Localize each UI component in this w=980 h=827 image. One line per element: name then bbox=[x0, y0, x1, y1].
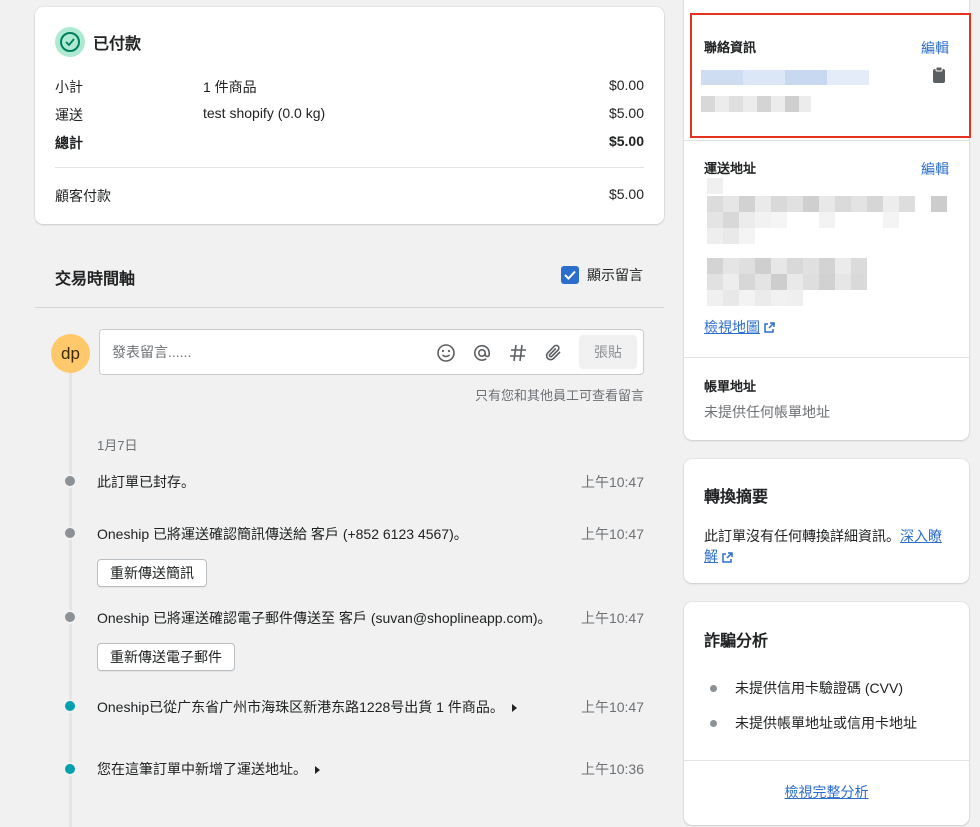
show-comments-toggle[interactable]: 顯示留言 bbox=[561, 265, 643, 285]
attachment-icon[interactable] bbox=[542, 341, 566, 365]
checkbox-checked-icon[interactable] bbox=[561, 266, 579, 284]
shipping-edit-link[interactable]: 編輯 bbox=[921, 159, 949, 179]
payment-header: 已付款 bbox=[55, 27, 141, 57]
fraud-analysis-card: 詐騙分析 未提供信用卡驗證碼 (CVV) 未提供帳單地址或信用卡地址 檢視完整分… bbox=[684, 602, 969, 825]
total-row: 總計 $5.00 bbox=[55, 133, 644, 151]
mention-icon[interactable] bbox=[470, 341, 494, 365]
billing-address-title: 帳單地址 bbox=[704, 379, 757, 394]
post-button[interactable]: 張貼 bbox=[579, 335, 637, 369]
conversion-title: 轉換摘要 bbox=[704, 489, 769, 506]
timeline-line bbox=[69, 360, 72, 827]
fraud-item-cvv: 未提供信用卡驗證碼 (CVV) bbox=[710, 678, 903, 698]
timeline-event-time: 上午10:47 bbox=[580, 610, 644, 626]
payment-divider bbox=[55, 167, 644, 168]
resend-sms-button[interactable]: 重新傳送簡訊 bbox=[97, 559, 207, 587]
comment-input[interactable] bbox=[112, 342, 412, 362]
avatar: dp bbox=[51, 334, 90, 373]
timeline-event-archived: 此訂單已封存。 bbox=[97, 474, 195, 490]
external-link-icon bbox=[722, 552, 733, 563]
fraud-item-address: 未提供帳單地址或信用卡地址 bbox=[710, 713, 917, 733]
expand-caret-icon[interactable] bbox=[511, 704, 517, 713]
timeline-event-time: 上午10:47 bbox=[580, 699, 644, 715]
timeline-dot bbox=[63, 762, 77, 776]
bullet-icon bbox=[710, 719, 717, 727]
view-full-analysis-link[interactable]: 檢視完整分析 bbox=[785, 784, 869, 800]
shipping-row: 運送 test shopify (0.0 kg) $5.00 bbox=[55, 105, 644, 123]
fraud-title: 詐騙分析 bbox=[704, 633, 769, 650]
timeline-divider bbox=[35, 307, 664, 308]
timeline-dot bbox=[63, 474, 77, 488]
resend-email-button[interactable]: 重新傳送電子郵件 bbox=[97, 643, 235, 671]
section-divider bbox=[684, 357, 969, 358]
timeline-dot bbox=[63, 699, 77, 713]
timeline-date: 1月7日 bbox=[97, 438, 138, 453]
timeline-event-time: 上午10:36 bbox=[580, 761, 644, 777]
timeline-event-sms: Oneship 已將運送確認簡訊傳送給 客戶 (+852 6123 4567)。 bbox=[97, 526, 468, 542]
subtotal-row: 小計 1 件商品 $0.00 bbox=[55, 77, 644, 95]
hashtag-icon[interactable] bbox=[506, 341, 530, 365]
comment-box: 張貼 bbox=[99, 329, 644, 375]
timeline-event-time: 上午10:47 bbox=[580, 474, 644, 490]
expand-caret-icon[interactable] bbox=[315, 766, 320, 775]
section-divider bbox=[684, 140, 969, 141]
external-link-icon bbox=[764, 322, 775, 334]
timeline-title: 交易時間軸 bbox=[55, 271, 136, 288]
timeline-event-address-added[interactable]: 您在這筆訂單中新增了運送地址。 bbox=[97, 759, 320, 779]
conversion-summary-card: 轉換摘要 此訂單沒有任何轉換詳細資訊。深入瞭解 bbox=[684, 459, 969, 583]
shipping-address-title: 運送地址 bbox=[704, 161, 757, 176]
payment-status: 已付款 bbox=[93, 36, 142, 53]
redacted-shipping-address bbox=[707, 178, 947, 306]
show-comments-label: 顯示留言 bbox=[587, 267, 643, 283]
bullet-icon bbox=[710, 684, 717, 692]
customer-paid-row: 顧客付款 $5.00 bbox=[55, 186, 644, 204]
timeline-dot bbox=[63, 610, 77, 624]
view-map-link[interactable]: 檢視地圖 bbox=[704, 317, 775, 337]
timeline-event-time: 上午10:47 bbox=[580, 526, 644, 542]
emoji-icon[interactable] bbox=[434, 341, 458, 365]
timeline-event-email: Oneship 已將運送確認電子郵件傳送至 客戶 (suvan@shopline… bbox=[97, 610, 552, 626]
fraud-divider bbox=[684, 760, 969, 761]
payment-card: 已付款 小計 1 件商品 $0.00 運送 test shopify (0.0 … bbox=[35, 7, 664, 224]
billing-address-empty: 未提供任何帳單地址 bbox=[704, 404, 830, 420]
contact-highlight-box bbox=[690, 13, 971, 138]
conversion-text: 此訂單沒有任何轉換詳細資訊。深入瞭解 bbox=[704, 528, 942, 564]
timeline-dot bbox=[63, 526, 77, 540]
timeline-event-shipped[interactable]: Oneship已從广东省广州市海珠区新港东路1228号出貨 1 件商品。 bbox=[97, 697, 517, 717]
paid-check-icon bbox=[55, 27, 85, 57]
staff-only-note: 只有您和其他員工可查看留言 bbox=[474, 388, 644, 403]
